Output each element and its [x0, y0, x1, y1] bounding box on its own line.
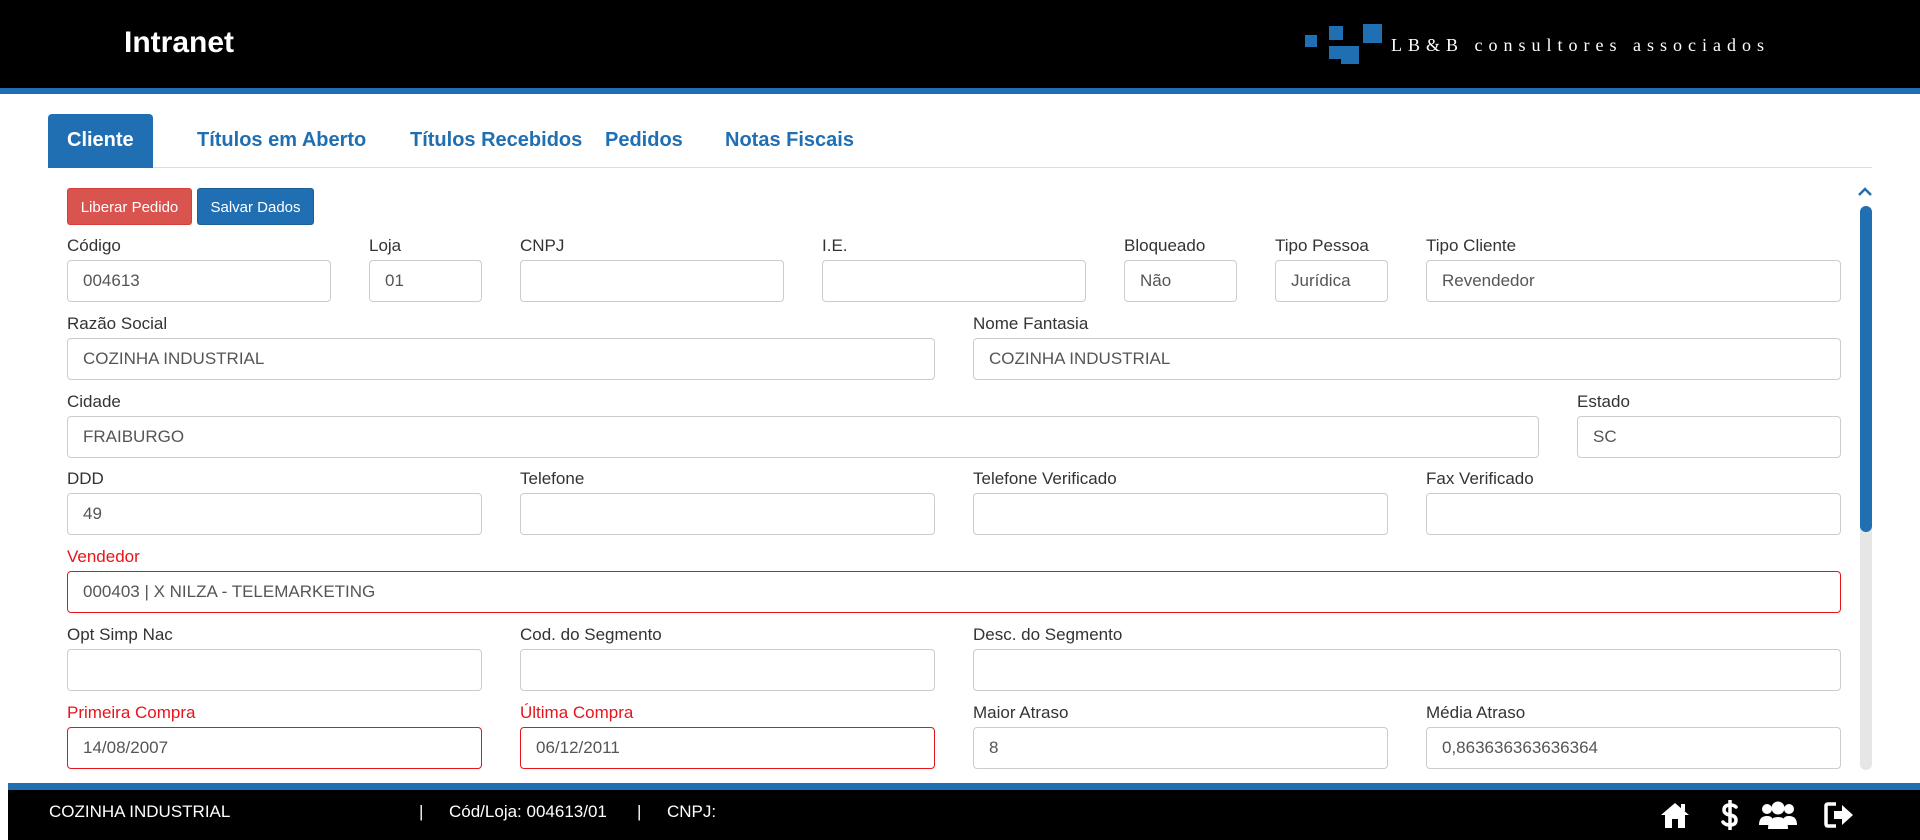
footer-cnpj: CNPJ: — [667, 802, 717, 821]
cidade-field[interactable]: FRAIBURGO — [67, 416, 1539, 458]
tipo-pessoa-field[interactable]: Jurídica — [1275, 260, 1388, 302]
cidade-label: Cidade — [67, 392, 121, 411]
cnpj-field[interactable] — [520, 260, 784, 302]
footer-separator: | — [637, 802, 642, 821]
estado-field[interactable]: SC — [1577, 416, 1841, 458]
footer-client-name: COZINHA INDUSTRIAL — [49, 802, 231, 821]
opt-simp-nac-field[interactable] — [67, 649, 482, 691]
logo-text: LB&B consultores associados — [1391, 35, 1770, 55]
top-bar: Intranet LB&B consultores associados — [0, 0, 1920, 88]
salvar-dados-button[interactable]: Salvar Dados — [197, 188, 314, 225]
ddd-label: DDD — [67, 469, 104, 488]
tipo-cliente-field[interactable]: Revendedor — [1426, 260, 1841, 302]
scroll-up-icon[interactable] — [1857, 184, 1873, 200]
estado-label: Estado — [1577, 392, 1630, 411]
codigo-label: Código — [67, 236, 121, 255]
sign-out-icon[interactable] — [1823, 798, 1857, 832]
ie-label: I.E. — [822, 236, 848, 255]
maior-atraso-label: Maior Atraso — [973, 703, 1069, 722]
tipo-cliente-label: Tipo Cliente — [1426, 236, 1517, 255]
footer-bar: COZINHA INDUSTRIAL | Cód/Loja: 004613/01… — [8, 790, 1920, 840]
opt-simp-nac-label: Opt Simp Nac — [67, 625, 173, 644]
header-accent-line — [0, 88, 1920, 94]
loja-field[interactable]: 01 — [369, 260, 482, 302]
fax-verificado-label: Fax Verificado — [1426, 469, 1534, 488]
tab-titulos-em-aberto[interactable]: Títulos em Aberto — [178, 114, 385, 168]
razao-social-field[interactable]: COZINHA INDUSTRIAL — [67, 338, 935, 380]
fax-verificado-field[interactable] — [1426, 493, 1841, 535]
telefone-field[interactable] — [520, 493, 935, 535]
footer-accent-line — [8, 783, 1920, 790]
cnpj-label: CNPJ — [520, 236, 565, 255]
media-atraso-field[interactable]: 0,863636363636364 — [1426, 727, 1841, 769]
tab-titulos-recebidos[interactable]: Títulos Recebidos — [391, 114, 601, 168]
tipo-pessoa-label: Tipo Pessoa — [1275, 236, 1369, 255]
razao-social-label: Razão Social — [67, 314, 168, 333]
telefone-label: Telefone — [520, 469, 585, 488]
ultima-compra-field[interactable]: 06/12/2011 — [520, 727, 935, 769]
maior-atraso-field[interactable]: 8 — [973, 727, 1388, 769]
footer-cod-loja: Cód/Loja: 004613/01 — [449, 802, 607, 821]
primeira-compra-label: Primeira Compra — [67, 703, 196, 722]
nome-fantasia-label: Nome Fantasia — [973, 314, 1089, 333]
telefone-verificado-label: Telefone Verificado — [973, 469, 1117, 488]
tab-cliente[interactable]: Cliente — [48, 114, 153, 168]
scrollbar-thumb[interactable] — [1860, 206, 1872, 532]
nome-fantasia-field[interactable]: COZINHA INDUSTRIAL — [973, 338, 1841, 380]
ie-field[interactable] — [822, 260, 1086, 302]
tab-pedidos[interactable]: Pedidos — [586, 114, 702, 168]
dollar-icon[interactable] — [1713, 798, 1747, 832]
tab-bar: Cliente Títulos em Aberto Títulos Recebi… — [48, 114, 1872, 168]
users-icon[interactable] — [1758, 798, 1798, 832]
home-icon[interactable] — [1658, 798, 1692, 832]
telefone-verificado-field[interactable] — [973, 493, 1388, 535]
bloqueado-label: Bloqueado — [1124, 236, 1206, 255]
codigo-field[interactable]: 004613 — [67, 260, 331, 302]
cod-segmento-field[interactable] — [520, 649, 935, 691]
desc-segmento-label: Desc. do Segmento — [973, 625, 1123, 644]
vendedor-label: Vendedor — [67, 547, 140, 566]
cod-segmento-label: Cod. do Segmento — [520, 625, 662, 644]
company-logo: LB&B consultores associados — [1303, 24, 1764, 66]
loja-label: Loja — [369, 236, 402, 255]
vendedor-field[interactable]: 000403 | X NILZA - TELEMARKETING — [67, 571, 1841, 613]
primeira-compra-field[interactable]: 14/08/2007 — [67, 727, 482, 769]
ddd-field[interactable]: 49 — [67, 493, 482, 535]
liberar-pedido-button[interactable]: Liberar Pedido — [67, 188, 192, 225]
desc-segmento-field[interactable] — [973, 649, 1841, 691]
tab-notas-fiscais[interactable]: Notas Fiscais — [706, 114, 873, 168]
bloqueado-field[interactable]: Não — [1124, 260, 1237, 302]
app-title: Intranet — [124, 26, 235, 59]
ultima-compra-label: Última Compra — [520, 703, 634, 722]
footer-separator: | — [419, 802, 424, 821]
media-atraso-label: Média Atraso — [1426, 703, 1526, 722]
